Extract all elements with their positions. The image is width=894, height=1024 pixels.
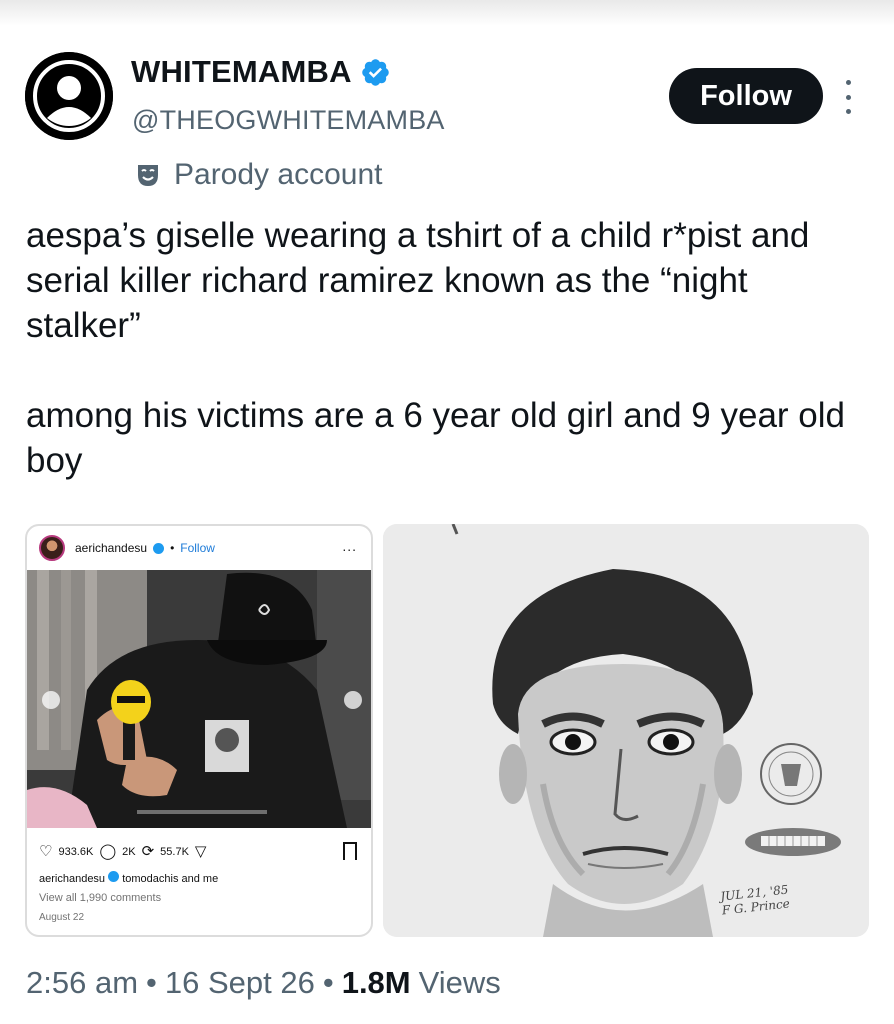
tweet-date[interactable]: 16 Sept 26	[165, 965, 315, 1001]
more-dot	[845, 80, 851, 85]
author-avatar[interactable]	[25, 52, 113, 140]
ig-likes: 933.6K	[58, 845, 94, 858]
verified-badge-icon	[361, 58, 389, 86]
ig-view-comments: View all 1,990 comments	[39, 892, 162, 904]
ig-more-icon: ...	[342, 538, 357, 554]
ig-header: aerichandesu • Follow	[27, 526, 371, 570]
views-count: 1.8M	[341, 965, 411, 1000]
tweet-time[interactable]: 2:56 am	[26, 965, 138, 1001]
ig-username: aerichandesu	[75, 541, 148, 555]
ig-action-bar: ♡ 933.6K ◯ 2K ⟳ 55.7K ▽	[39, 844, 206, 859]
meta-separator: •	[146, 965, 157, 1000]
media-image-police-sketch[interactable]: JUL 21, '85 F G. Prince	[383, 524, 869, 937]
ig-caption-user: aerichandesu	[39, 873, 106, 885]
tweet-paragraph: among his victims are a 6 year old girl …	[26, 396, 846, 480]
views-label: Views	[418, 965, 501, 1000]
more-dot	[845, 94, 851, 100]
send-icon: ▽	[194, 843, 207, 860]
author-display-name[interactable]: WHITEMAMBA	[131, 54, 352, 90]
ig-follow-label: Follow	[180, 541, 215, 555]
ig-shares: 55.7K	[160, 845, 189, 858]
heart-icon: ♡	[39, 843, 53, 860]
parody-label-row: Parody account	[134, 158, 382, 192]
ig-photo	[27, 570, 371, 828]
top-edge-fade	[0, 0, 894, 26]
author-display-name-row[interactable]: WHITEMAMBA	[131, 54, 391, 90]
more-vertical-icon[interactable]	[838, 80, 858, 114]
meta-separator: •	[322, 965, 334, 1000]
default-avatar-icon	[25, 52, 113, 140]
tweet-text: aespa’s giselle wearing a tshirt of a ch…	[26, 213, 866, 483]
bookmark-icon	[343, 842, 357, 860]
sketch-illustration	[383, 524, 869, 937]
parody-mask-icon	[138, 165, 158, 186]
ig-caption-text: tomodachis and me	[122, 873, 219, 885]
tweet-meta: 2:56 am • 16 Sept 26 • 1.8M Views	[26, 965, 501, 1001]
ig-comments-count: 2K	[122, 845, 136, 858]
media-grid: aerichandesu • Follow ... ♡ 933.6K ◯ 2K …	[25, 524, 869, 937]
tweet-paragraph: aespa’s giselle wearing a tshirt of a ch…	[26, 216, 810, 345]
ig-caption: aerichandesu tomodachis and me	[39, 871, 218, 885]
follow-button[interactable]: Follow	[669, 68, 823, 124]
ig-verified-icon	[108, 871, 120, 882]
comment-icon: ◯	[99, 843, 117, 860]
parody-account-label: Parody account	[174, 158, 383, 191]
more-dot	[845, 109, 851, 114]
author-handle[interactable]: @THEOGWHITEMAMBA	[132, 105, 445, 136]
media-image-instagram-screenshot[interactable]: aerichandesu • Follow ... ♡ 933.6K ◯ 2K …	[25, 524, 373, 937]
ig-separator: •	[170, 541, 175, 555]
ig-photo-illustration	[27, 570, 371, 828]
ig-verified-icon	[153, 542, 165, 554]
repost-icon: ⟳	[141, 843, 155, 860]
ig-avatar	[39, 535, 65, 561]
ig-date: August 22	[39, 912, 85, 923]
